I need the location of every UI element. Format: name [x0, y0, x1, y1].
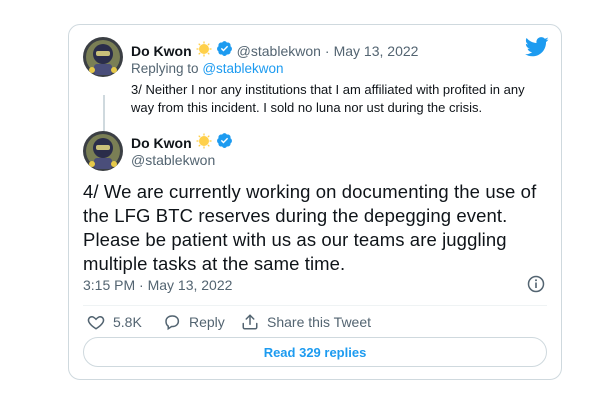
replying-to-handle[interactable]: @stablekwon: [202, 61, 283, 76]
verified-badge-icon: [216, 40, 233, 62]
main-tweet-text: 4/ We are currently working on documenti…: [83, 181, 537, 274]
avatar[interactable]: [83, 131, 123, 171]
info-icon[interactable]: [527, 275, 545, 298]
like-count: 5.8K: [113, 314, 142, 330]
share-icon: [242, 314, 258, 330]
replying-to-label: Replying to: [131, 61, 199, 76]
author-handle[interactable]: @stablekwon: [131, 152, 215, 168]
date-separator: ·: [324, 43, 330, 59]
tweet-card: Do Kwon @stablekwon · May 13, 2022 Reply…: [68, 24, 562, 380]
reply-bubble-icon: [165, 315, 180, 331]
reply-tweet-header: Do Kwon @stablekwon · May 13, 2022: [131, 40, 418, 62]
read-replies-button[interactable]: Read 329 replies: [83, 337, 547, 367]
heart-icon: [87, 315, 105, 330]
tweet-timestamp[interactable]: 3:15 PM · May 13, 2022: [83, 277, 232, 293]
avatar-image: [83, 131, 123, 171]
divider: [83, 305, 547, 306]
share-label: Share this Tweet: [267, 314, 372, 330]
reply-button[interactable]: Reply: [163, 313, 225, 331]
avatar[interactable]: [83, 37, 123, 77]
author-name[interactable]: Do Kwon: [131, 43, 192, 59]
reply-label: Reply: [189, 314, 225, 330]
sun-emoji-icon: [196, 41, 212, 62]
like-button[interactable]: 5.8K: [87, 313, 142, 331]
verified-badge-icon: [216, 132, 233, 154]
tweet-date[interactable]: May 13, 2022: [334, 43, 419, 59]
twitter-bird-icon[interactable]: [524, 37, 549, 62]
author-name[interactable]: Do Kwon: [131, 135, 192, 151]
author-handle[interactable]: @stablekwon: [237, 43, 321, 59]
share-button[interactable]: Share this Tweet: [241, 313, 371, 331]
avatar-image: [83, 37, 123, 77]
reply-tweet-text: 3/ Neither I nor any institutions that I…: [131, 82, 525, 115]
replying-to: Replying to @stablekwon: [131, 61, 284, 76]
sun-emoji-icon: [196, 133, 212, 154]
read-replies-label: Read 329 replies: [263, 344, 367, 360]
main-tweet-name-row: Do Kwon: [131, 132, 233, 154]
